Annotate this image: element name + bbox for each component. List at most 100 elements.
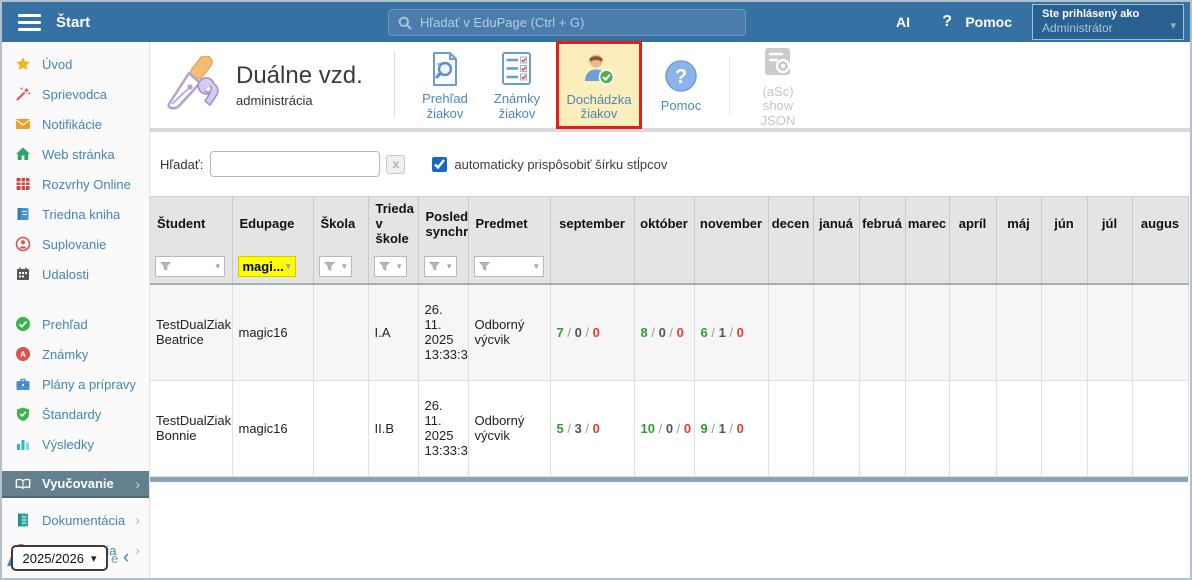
column-header-m05[interactable]: máj bbox=[996, 197, 1041, 251]
cell-m03[interactable] bbox=[905, 380, 949, 476]
column-header-m02[interactable]: februá bbox=[859, 197, 905, 251]
cell-m07[interactable] bbox=[1087, 380, 1132, 476]
chevron-down-icon: ▾ bbox=[286, 261, 291, 272]
cell-edupage[interactable]: magic16 bbox=[232, 284, 313, 380]
cell-edupage[interactable]: magic16 bbox=[232, 380, 313, 476]
cell-trieda[interactable]: II.B bbox=[368, 380, 418, 476]
column-header-m06[interactable]: jún bbox=[1041, 197, 1087, 251]
cell-m06[interactable] bbox=[1041, 284, 1087, 380]
column-header-m03[interactable]: marec bbox=[905, 197, 949, 251]
column-header-student[interactable]: Študent bbox=[150, 197, 232, 251]
cell-m12[interactable] bbox=[768, 380, 813, 476]
cell-m07[interactable] bbox=[1087, 284, 1132, 380]
cell-synchr[interactable]: 26. 11. 2025 13:33:36 bbox=[418, 284, 468, 380]
sidebar-item-standardy[interactable]: Štandardy bbox=[2, 399, 149, 429]
sidebar-item-dokumentacia[interactable]: Dokumentácia › bbox=[2, 505, 149, 535]
column-header-m09[interactable]: september bbox=[550, 197, 634, 251]
cell-m01[interactable] bbox=[813, 284, 859, 380]
cell-m09[interactable]: 5 / 3 / 0 bbox=[550, 380, 634, 476]
znamky-ziakov-button[interactable]: Známkyžiakov bbox=[484, 49, 550, 121]
sidebar-item-udalosti[interactable]: Udalosti bbox=[2, 259, 149, 289]
sidebar-item-suplovanie[interactable]: Suplovanie bbox=[2, 229, 149, 259]
menu-icon[interactable] bbox=[18, 14, 41, 31]
cell-m02[interactable] bbox=[859, 380, 905, 476]
column-header-m11[interactable]: november bbox=[694, 197, 768, 251]
sidebar-item-triedna-kniha[interactable]: Triedna kniha bbox=[2, 199, 149, 229]
timetable-icon bbox=[15, 176, 31, 192]
ai-button[interactable]: AI bbox=[896, 14, 910, 30]
cell-trieda[interactable]: I.A bbox=[368, 284, 418, 380]
column-header-skola[interactable]: Škola bbox=[313, 197, 368, 251]
filter-dropdown-trieda[interactable]: ▾ bbox=[374, 256, 407, 277]
horizontal-scrollbar[interactable] bbox=[150, 477, 1188, 482]
toolbar-button-label: Pomoc bbox=[661, 99, 701, 113]
cell-m12[interactable] bbox=[768, 284, 813, 380]
cell-m11[interactable]: 9 / 1 / 0 bbox=[694, 380, 768, 476]
filter-dropdown-predmet[interactable]: ▾ bbox=[474, 256, 544, 277]
prehlad-ziakov-button[interactable]: Prehľadžiakov bbox=[412, 49, 478, 121]
search-input[interactable] bbox=[420, 15, 736, 30]
dochadzka-ziakov-button[interactable]: Dochádzkažiakov bbox=[556, 41, 642, 130]
cell-m01[interactable] bbox=[813, 380, 859, 476]
cell-m11[interactable]: 6 / 1 / 0 bbox=[694, 284, 768, 380]
cell-m09[interactable]: 7 / 0 / 0 bbox=[550, 284, 634, 380]
sidebar-item-sprievodca[interactable]: Sprievodca bbox=[2, 79, 149, 109]
column-header-m08[interactable]: augus bbox=[1132, 197, 1188, 251]
sidebar-item-label: Notifikácie bbox=[42, 117, 102, 132]
table-search-input[interactable] bbox=[210, 151, 380, 177]
cell-m06[interactable] bbox=[1041, 380, 1087, 476]
sidebar-item-znamky[interactable]: A Známky bbox=[2, 339, 149, 369]
sidebar-item-uvod[interactable]: Úvod bbox=[2, 49, 149, 79]
sidebar-item-plany-a-pripravy[interactable]: Plány a prípravy bbox=[2, 369, 149, 399]
cell-m08[interactable] bbox=[1132, 380, 1188, 476]
cell-m05[interactable] bbox=[996, 380, 1041, 476]
collapse-sidebar-icon[interactable]: ‹ bbox=[123, 547, 129, 569]
sidebar-item-prehlad[interactable]: Prehľad bbox=[2, 309, 149, 339]
cell-m04[interactable] bbox=[949, 380, 996, 476]
clear-search-button[interactable]: x bbox=[386, 155, 405, 174]
cell-m05[interactable] bbox=[996, 284, 1041, 380]
logged-in-user-dropdown[interactable]: Ste prihlásený ako Administrátor ▾ bbox=[1032, 4, 1184, 40]
column-header-m01[interactable]: januá bbox=[813, 197, 859, 251]
filter-dropdown-skola[interactable]: ▾ bbox=[319, 256, 352, 277]
cell-m10[interactable]: 8 / 0 / 0 bbox=[634, 284, 694, 380]
column-header-m07[interactable]: júl bbox=[1087, 197, 1132, 251]
pomoc-button[interactable]: ? Pomoc bbox=[648, 56, 714, 113]
cell-predmet[interactable]: Odborný výcvik bbox=[468, 284, 550, 380]
help-button[interactable]: Pomoc bbox=[965, 14, 1012, 30]
column-header-trieda[interactable]: Trieda v škole bbox=[368, 197, 418, 251]
cell-m04[interactable] bbox=[949, 284, 996, 380]
cell-m02[interactable] bbox=[859, 284, 905, 380]
filter-dropdown-synchr[interactable]: ▾ bbox=[424, 256, 457, 277]
column-header-synchr[interactable]: Posled synchr bbox=[418, 197, 468, 251]
cell-m03[interactable] bbox=[905, 284, 949, 380]
column-header-m04[interactable]: apríl bbox=[949, 197, 996, 251]
cell-student[interactable]: TestDualZiak Beatrice bbox=[150, 284, 232, 380]
autofit-checkbox[interactable] bbox=[432, 157, 447, 172]
school-year-select[interactable]: 2025/2026 ▾ bbox=[11, 545, 108, 571]
sidebar-item-rozvrhy-online[interactable]: Rozvrhy Online bbox=[2, 169, 149, 199]
filter-cell-m07 bbox=[1087, 250, 1132, 284]
sidebar-item-notifikacie[interactable]: Notifikácie bbox=[2, 109, 149, 139]
cell-synchr[interactable]: 26. 11. 2025 13:33:39 bbox=[418, 380, 468, 476]
sidebar-item-vyucovanie[interactable]: Vyučovanie › bbox=[2, 471, 149, 498]
help-question-icon[interactable]: ? bbox=[942, 13, 952, 31]
sidebar-item-vysledky[interactable]: Výsledky bbox=[2, 429, 149, 459]
column-header-m10[interactable]: október bbox=[634, 197, 694, 251]
bar-chart-icon bbox=[15, 436, 31, 452]
funnel-icon bbox=[379, 261, 390, 272]
cell-m10[interactable]: 10 / 0 / 0 bbox=[634, 380, 694, 476]
column-header-predmet[interactable]: Predmet bbox=[468, 197, 550, 251]
column-header-edupage[interactable]: Edupage bbox=[232, 197, 313, 251]
cell-m08[interactable] bbox=[1132, 284, 1188, 380]
cell-student[interactable]: TestDualZiak Bonnie bbox=[150, 380, 232, 476]
sidebar-item-web-stranka[interactable]: Web stránka bbox=[2, 139, 149, 169]
cell-skola[interactable] bbox=[313, 380, 368, 476]
cell-skola[interactable] bbox=[313, 284, 368, 380]
start-button[interactable]: Štart bbox=[56, 14, 90, 31]
chevron-down-icon: ▾ bbox=[91, 552, 97, 565]
cell-predmet[interactable]: Odborný výcvik bbox=[468, 380, 550, 476]
filter-dropdown-edupage[interactable]: magi...▾ bbox=[238, 256, 296, 277]
filter-dropdown-student[interactable]: ▾ bbox=[155, 256, 225, 277]
column-header-m12[interactable]: decen bbox=[768, 197, 813, 251]
